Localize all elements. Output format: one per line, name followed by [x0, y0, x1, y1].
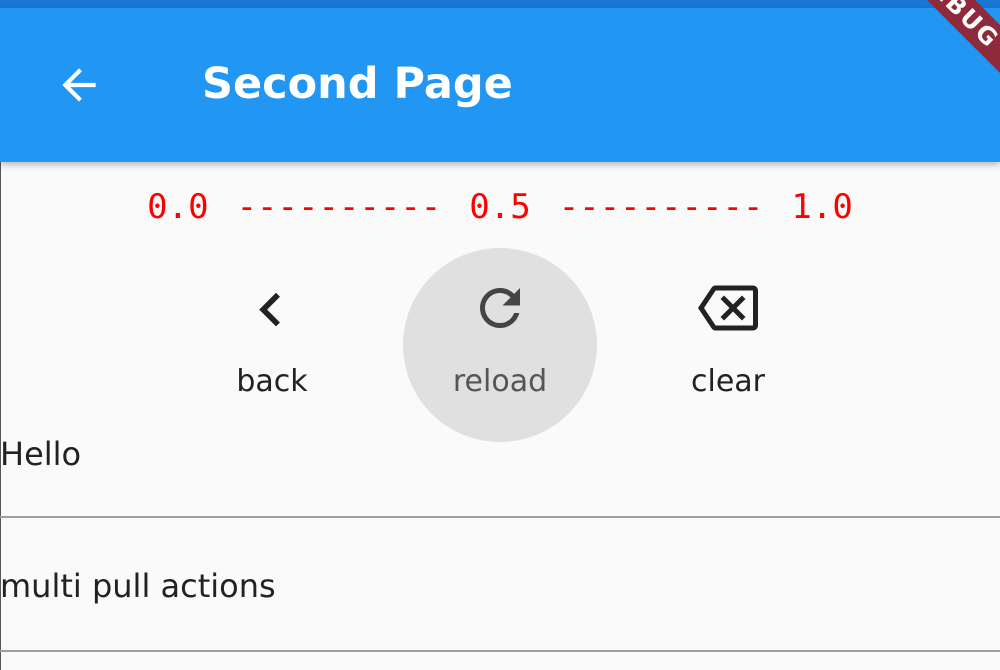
reload-action-label: reload: [452, 364, 548, 399]
arrow-back-icon: [62, 68, 96, 102]
pull-progress-indicator: 0.0 ---------- 0.5 ---------- 1.0: [0, 182, 1000, 232]
list-item-label: Hello: [0, 435, 82, 473]
list-item-hello[interactable]: Hello: [0, 432, 1000, 476]
clear-action[interactable]: clear: [631, 248, 825, 442]
list-item-multi-pull-actions[interactable]: multi pull actions: [0, 564, 1000, 608]
back-button[interactable]: [39, 45, 119, 125]
page-title: Second Page: [202, 59, 513, 109]
list-divider: [0, 650, 1000, 652]
back-action[interactable]: back: [175, 248, 369, 442]
debug-banner: DEBUG: [875, 0, 1000, 90]
progress-mid-label: 0.5: [469, 187, 531, 227]
chevron-left-icon: [259, 292, 280, 327]
progress-start-label: 0.0: [147, 187, 209, 227]
refresh-icon: [480, 288, 520, 328]
progress-end-label: 1.0: [791, 187, 853, 227]
reload-action[interactable]: reload: [403, 248, 597, 442]
progress-dashes-2: ----------: [558, 187, 764, 227]
list-item-label: multi pull actions: [0, 567, 276, 605]
app-bar: Second Page DEBUG: [0, 0, 1000, 162]
back-action-label: back: [236, 364, 308, 399]
screen: Second Page DEBUG 0.0 ---------- 0.5 ---…: [0, 0, 1000, 670]
progress-dashes-1: ----------: [236, 187, 442, 227]
backspace-icon: [698, 285, 758, 331]
pull-actions: back reload clear: [0, 248, 1000, 442]
status-bar: [0, 0, 1000, 8]
list-divider: [0, 516, 1000, 518]
clear-action-label: clear: [690, 364, 765, 399]
